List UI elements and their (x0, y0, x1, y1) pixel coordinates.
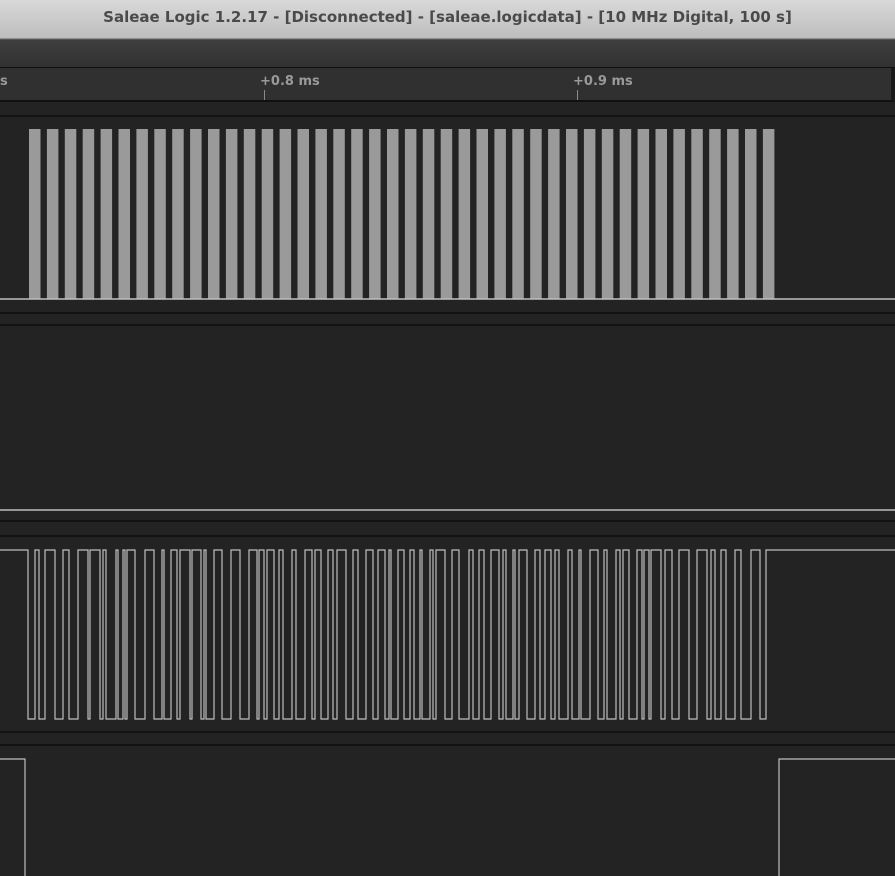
clock-waveform (0, 129, 895, 300)
clock-pulse (655, 129, 667, 299)
clock-pulse (709, 129, 721, 299)
window-titlebar: Saleae Logic 1.2.17 - [Disconnected] - [… (0, 0, 895, 39)
clock-pulse (583, 129, 596, 299)
clock-pulse (190, 129, 202, 299)
clock-pulse (29, 129, 41, 299)
ruler-tick (264, 90, 265, 100)
data-waveform (0, 549, 895, 720)
clock-pulse (476, 129, 488, 299)
clock-pulse (566, 129, 578, 299)
idle-waveform (0, 509, 895, 511)
clock-pulse (745, 129, 757, 299)
clock-pulse (673, 129, 685, 299)
clock-pulse (512, 129, 524, 299)
clock-pulse (422, 129, 435, 299)
ruler-label-0-9ms: +0.9 ms (573, 74, 633, 89)
clock-pulse (333, 129, 345, 299)
channel-separator (0, 520, 895, 522)
window-title: Saleae Logic 1.2.17 - [Disconnected] - [… (103, 8, 792, 26)
clock-pulse (494, 129, 506, 299)
clock-pulse (619, 129, 632, 299)
channel-separator (0, 731, 895, 733)
clock-pulse (154, 129, 166, 299)
clock-pulse (225, 129, 238, 299)
enable-waveform (0, 758, 895, 876)
channel-2-waveform[interactable] (0, 537, 895, 732)
clock-pulse (118, 129, 130, 299)
ruler-label-0-8ms: +0.8 ms (260, 74, 320, 89)
clock-pulse (208, 129, 220, 299)
logic-analyzer-window: Saleae Logic 1.2.17 - [Disconnected] - [… (0, 0, 895, 876)
clock-pulse (548, 129, 560, 299)
clock-pulse (261, 129, 274, 299)
clock-pulse (387, 129, 399, 299)
clock-pulse (637, 129, 650, 299)
ruler-tick (577, 90, 578, 100)
clock-pulse (46, 129, 59, 299)
clock-pulse (601, 129, 614, 299)
clock-pulse (82, 129, 95, 299)
clock-pulse (315, 129, 327, 299)
clock-pulse (369, 129, 381, 299)
channel-3-waveform[interactable] (0, 746, 895, 876)
enable-signal (0, 758, 895, 876)
clock-pulse (136, 129, 148, 299)
time-ruler[interactable]: s +0.8 ms +0.9 ms (0, 68, 895, 102)
clock-pulse (530, 129, 542, 299)
clock-pulse (64, 129, 77, 299)
clock-pulse (243, 129, 256, 299)
clock-pulse (279, 129, 292, 299)
clock-pulse (691, 129, 703, 299)
clock-pulse (404, 129, 417, 299)
clock-pulse (351, 129, 363, 299)
clock-pulse (762, 129, 775, 299)
clock-pulse (727, 129, 739, 299)
channel-0-waveform[interactable] (0, 117, 895, 312)
toolbar-strip (0, 39, 895, 69)
clock-pulse (172, 129, 184, 299)
clock-pulse (458, 129, 471, 299)
ruler-label-left: s (0, 74, 8, 89)
clock-pulse (440, 129, 453, 299)
channel-separator (0, 312, 895, 314)
clock-pulse (297, 129, 309, 299)
channel-1-waveform[interactable] (0, 326, 895, 521)
clock-pulse (100, 129, 113, 299)
